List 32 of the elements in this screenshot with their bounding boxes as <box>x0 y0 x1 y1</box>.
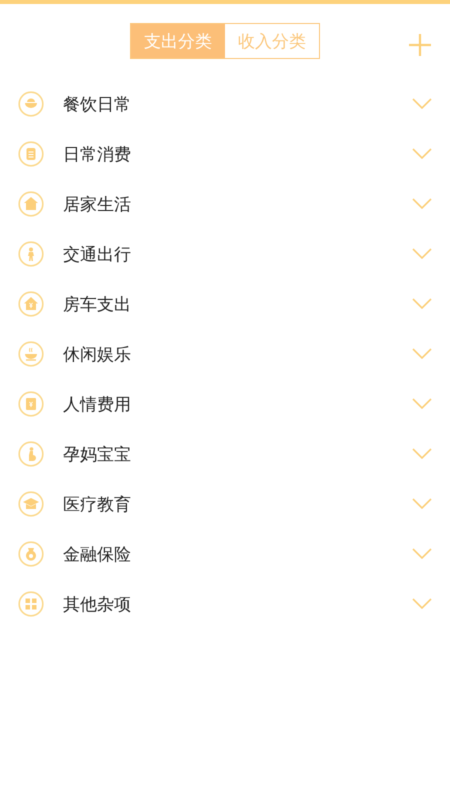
grid-icon <box>18 591 44 617</box>
chevron-down-icon[interactable] <box>412 348 432 360</box>
chevron-down-icon[interactable] <box>412 198 432 210</box>
chevron-down-icon[interactable] <box>412 148 432 160</box>
category-name[interactable]: 交通出行 <box>63 242 412 266</box>
category-name[interactable]: 其他杂项 <box>63 592 412 616</box>
chevron-down-icon[interactable] <box>412 298 432 310</box>
category-name[interactable]: 餐饮日常 <box>63 92 412 116</box>
cup-icon <box>18 341 44 367</box>
chevron-down-icon[interactable] <box>412 248 432 260</box>
category-name[interactable]: 日常消费 <box>63 142 412 166</box>
bowl-icon <box>18 91 44 117</box>
chevron-down-icon[interactable] <box>412 98 432 110</box>
chevron-down-icon[interactable] <box>412 598 432 610</box>
category-name[interactable]: 人情费用 <box>63 392 412 416</box>
category-name[interactable]: 孕妈宝宝 <box>63 442 412 466</box>
chevron-down-icon[interactable] <box>412 548 432 560</box>
category-name[interactable]: 医疗教育 <box>63 492 412 516</box>
chevron-down-icon[interactable] <box>412 498 432 510</box>
category-name[interactable]: 金融保险 <box>63 542 412 566</box>
receipt-icon <box>18 141 44 167</box>
person-icon <box>18 241 44 267</box>
house-icon <box>18 191 44 217</box>
cap-icon <box>18 491 44 517</box>
chevron-down-icon[interactable] <box>412 448 432 460</box>
chevron-down-icon[interactable] <box>412 398 432 410</box>
house-icon <box>18 291 44 317</box>
category-name[interactable]: 居家生活 <box>63 192 412 216</box>
money-bag-icon <box>18 541 44 567</box>
category-name[interactable]: 房车支出 <box>63 292 412 316</box>
add-icon[interactable] <box>408 33 432 57</box>
category-name[interactable]: 休闲娱乐 <box>63 342 412 366</box>
